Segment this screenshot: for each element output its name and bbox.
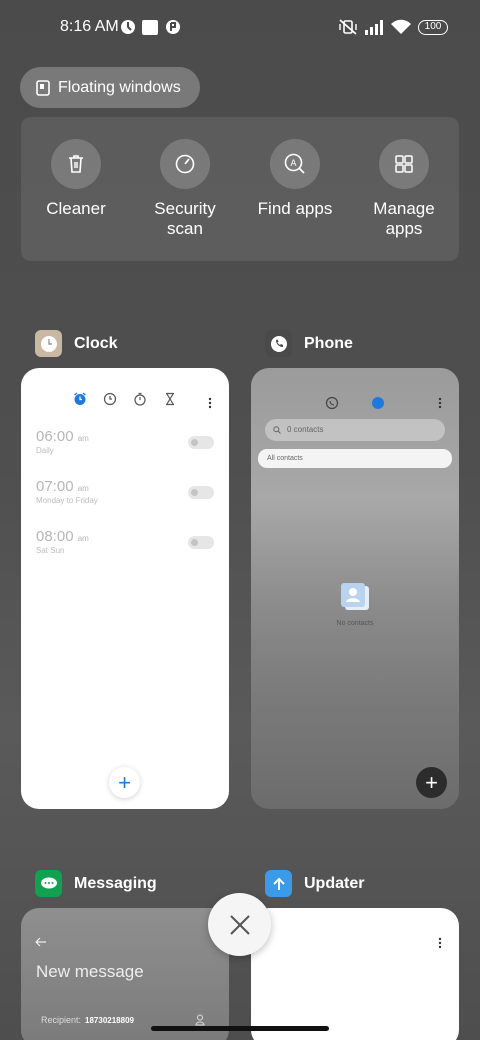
notification-icon: [121, 20, 135, 34]
battery-icon: 100: [418, 20, 448, 35]
recipient-value: 18730218809: [85, 1016, 134, 1025]
clock-tabs: [73, 392, 177, 406]
recipient-field[interactable]: Recipient: 18730218809: [41, 1015, 134, 1025]
contacts-search-placeholder: 0 contacts: [287, 425, 324, 434]
notification-icon: [166, 20, 180, 34]
messaging-app-icon: [35, 870, 62, 897]
clock-app-icon: [35, 330, 62, 357]
mute-vibrate-icon: [339, 19, 357, 35]
home-indicator[interactable]: [151, 1026, 329, 1031]
close-icon: [229, 914, 250, 935]
signal-icon: [365, 20, 383, 35]
messaging-app-header[interactable]: Messaging: [35, 870, 157, 897]
find-apps-button[interactable]: A Find apps: [245, 139, 345, 219]
manage-apps-button[interactable]: Manage apps: [354, 139, 454, 239]
floating-window-icon: [36, 79, 50, 96]
status-time: 8:16 AM: [60, 18, 119, 35]
alarm-ampm: am: [77, 534, 89, 543]
messaging-app-name: Messaging: [74, 874, 157, 892]
alarm-time: 08:00: [36, 528, 74, 545]
alarm-time: 07:00: [36, 478, 74, 495]
find-apps-label: Find apps: [257, 199, 333, 218]
alarm-row[interactable]: 07:00 am Monday to Friday: [36, 478, 98, 505]
messaging-app-card[interactable]: New message Recipient: 18730218809: [21, 908, 229, 1040]
trash-icon: [69, 155, 83, 173]
contacts-search-input[interactable]: 0 contacts: [265, 419, 445, 441]
svg-text:A: A: [290, 159, 297, 169]
alarm-ampm: am: [77, 484, 89, 493]
alarm-time: 06:00: [36, 428, 74, 445]
quick-actions-panel: Cleaner Security scan A Find apps Manage…: [21, 117, 459, 261]
phone-app-name: Phone: [304, 334, 353, 352]
more-options-icon[interactable]: [438, 937, 442, 949]
alarm-days: Monday to Friday: [36, 496, 98, 505]
floating-windows-button[interactable]: Floating windows: [20, 67, 200, 108]
updater-app-icon: [265, 870, 292, 897]
updater-app-name: Updater: [304, 874, 365, 892]
find-apps-icon: A: [284, 153, 305, 174]
floating-windows-label: Floating windows: [58, 78, 181, 96]
alarm-toggle[interactable]: [188, 436, 214, 449]
clock-app-name: Clock: [74, 334, 118, 352]
alarm-row[interactable]: 08:00 am Sat Sun: [36, 528, 89, 555]
security-scan-icon: [175, 154, 195, 174]
alarm-days: Daily: [36, 446, 54, 455]
clear-all-button[interactable]: [208, 893, 271, 956]
alarm-toggle[interactable]: [188, 536, 214, 549]
search-icon: [273, 426, 281, 434]
phone-app-icon: [265, 330, 292, 357]
contacts-tab-icon[interactable]: [371, 396, 385, 410]
wifi-icon: [391, 19, 411, 34]
updater-app-card[interactable]: [251, 908, 459, 1040]
stopwatch-tab-icon[interactable]: [133, 392, 147, 406]
timer-tab-icon[interactable]: [163, 392, 177, 406]
alarm-days: Sat Sun: [36, 546, 65, 555]
recipient-label: Recipient:: [41, 1015, 82, 1025]
alarm-toggle[interactable]: [188, 486, 214, 499]
square-icon: [142, 20, 158, 35]
new-message-title: New message: [36, 962, 144, 981]
clock-app-card[interactable]: 06:00 am Daily 07:00 am Monday to Friday…: [21, 368, 229, 809]
manage-apps-label: Manage apps: [373, 199, 435, 238]
contact-picker-icon[interactable]: [195, 1014, 205, 1026]
world-clock-tab-icon[interactable]: [103, 392, 117, 406]
all-contacts-filter[interactable]: All contacts: [258, 449, 452, 468]
security-scan-label: Security scan: [154, 199, 216, 238]
more-options-icon[interactable]: [208, 397, 212, 409]
add-contact-button[interactable]: +: [416, 767, 447, 798]
security-scan-button[interactable]: Security scan: [135, 139, 235, 239]
cleaner-button[interactable]: Cleaner: [26, 139, 126, 219]
cleaner-label: Cleaner: [46, 199, 106, 218]
add-alarm-button[interactable]: +: [109, 767, 140, 798]
more-options-icon[interactable]: [438, 397, 442, 409]
back-arrow-icon[interactable]: [35, 937, 47, 947]
grid-icon: [395, 155, 413, 173]
phone-app-card[interactable]: 0 contacts All contacts No contacts +: [251, 368, 459, 809]
empty-contacts-icon: [341, 583, 369, 610]
updater-app-header[interactable]: Updater: [265, 870, 364, 897]
phone-app-header[interactable]: Phone: [265, 330, 353, 357]
clock-app-header[interactable]: Clock: [35, 330, 118, 357]
alarm-tab-icon[interactable]: [73, 392, 87, 406]
status-bar: 8:16 AM 100: [0, 0, 480, 56]
empty-contacts-text: No contacts: [336, 620, 374, 627]
alarm-row[interactable]: 06:00 am Daily: [36, 428, 89, 455]
alarm-ampm: am: [77, 434, 89, 443]
recents-tab-icon[interactable]: [325, 396, 339, 410]
